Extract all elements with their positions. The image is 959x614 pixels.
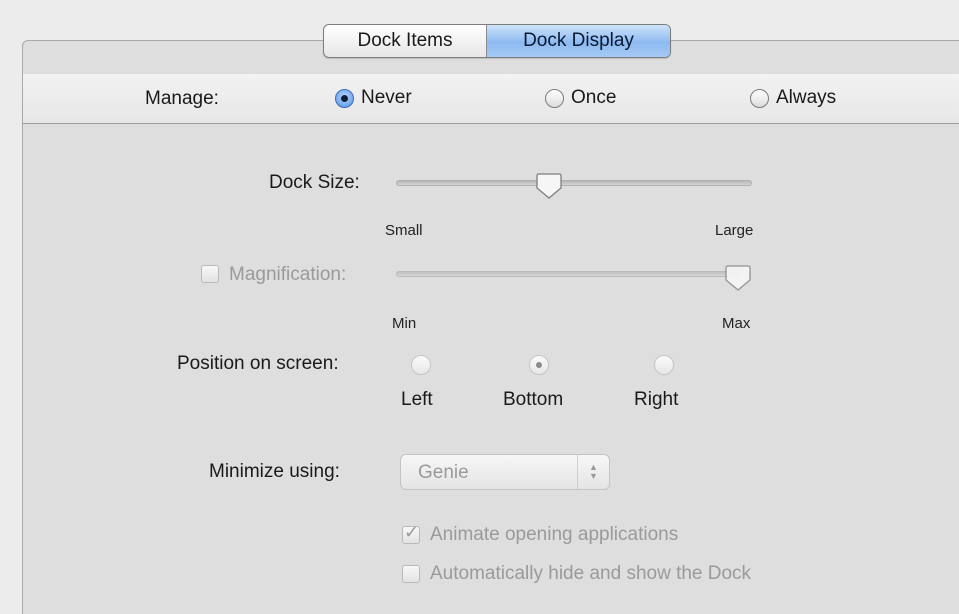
position-option-left: Left [401, 389, 433, 410]
position-radio-bottom[interactable] [529, 355, 549, 375]
manage-option-label: Once [571, 87, 617, 108]
tab-dock-items[interactable]: Dock Items [324, 25, 487, 57]
magnification-max-label: Max [722, 315, 751, 332]
dock-size-slider-track[interactable] [396, 180, 752, 186]
animate-label: Animate opening applications [430, 524, 679, 545]
tab-control: Dock Items Dock Display [323, 24, 671, 58]
manage-radio-always[interactable]: Always [750, 87, 836, 109]
manage-radio-never[interactable]: Never [335, 87, 412, 109]
position-option-right: Right [634, 389, 679, 410]
checkmark-icon: ✓ [404, 522, 420, 542]
autohide-checkbox[interactable] [402, 565, 420, 583]
manage-bar: Manage: Never Once Always [23, 74, 959, 124]
magnification-min-label: Min [392, 315, 417, 332]
radio-selected-icon [335, 88, 354, 108]
position-option-bottom: Bottom [503, 389, 564, 410]
dock-size-min-label: Small [385, 222, 423, 239]
popup-arrows-icon: ▲ ▼ [577, 455, 609, 489]
magnification-slider-track[interactable] [396, 271, 740, 277]
magnification-slider-knob[interactable] [725, 264, 751, 292]
magnification-label: Magnification: [229, 264, 347, 285]
position-label: Position on screen: [177, 353, 339, 374]
minimize-label: Minimize using: [209, 461, 340, 482]
animate-checkbox[interactable]: ✓ [402, 522, 420, 544]
autohide-label: Automatically hide and show the Dock [430, 563, 752, 584]
dock-size-label: Dock Size: [269, 172, 360, 193]
magnification-checkbox[interactable] [201, 265, 219, 283]
radio-unselected-icon [750, 88, 769, 108]
tab-dock-display[interactable]: Dock Display [487, 25, 670, 57]
manage-option-label: Never [361, 87, 412, 108]
manage-radio-once[interactable]: Once [545, 87, 616, 109]
minimize-effect-value: Genie [418, 462, 469, 483]
manage-option-label: Always [776, 87, 837, 108]
preferences-window: Dock Items Dock Display Manage: Never On… [0, 0, 959, 614]
dock-size-slider-knob[interactable] [536, 172, 562, 200]
radio-unselected-icon [545, 88, 564, 108]
minimize-effect-popup[interactable]: Genie ▲ ▼ [400, 454, 610, 490]
position-radio-left[interactable] [411, 355, 431, 375]
manage-label: Manage: [145, 88, 219, 109]
dock-size-max-label: Large [715, 222, 754, 239]
position-radio-right[interactable] [654, 355, 674, 375]
